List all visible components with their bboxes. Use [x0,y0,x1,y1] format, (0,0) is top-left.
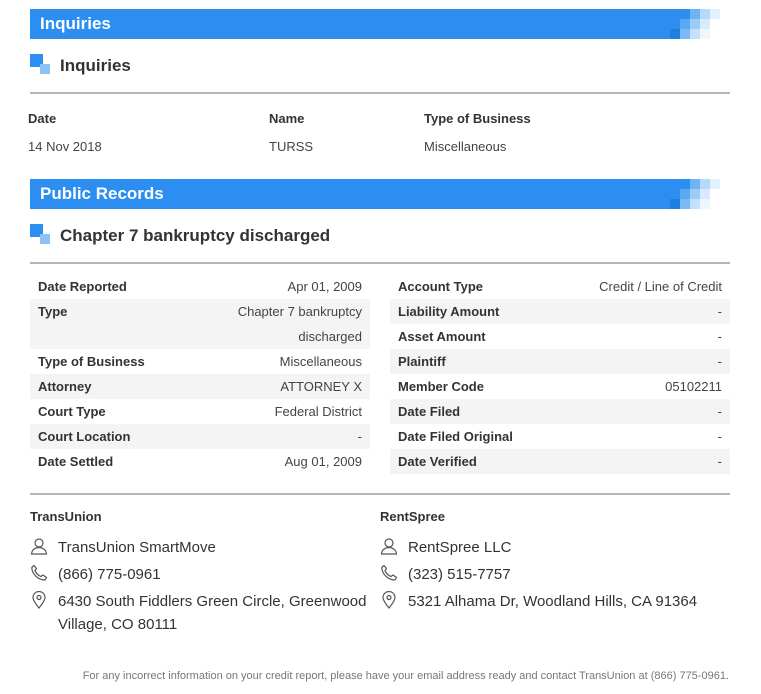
record-label: Date Verified [398,454,477,469]
record-label: Court Location [38,429,131,444]
contact-phone[interactable]: (323) 515-7757 [408,563,511,586]
record-row-date-filed: Date Filed - [390,399,730,424]
record-value: Federal District [274,404,362,419]
record-row-date-verified: Date Verified - [390,449,730,474]
record-value: - [717,354,722,369]
inquiry-name: TURSS [269,139,314,154]
record-label: Date Filed Original [398,429,513,444]
inquiries-subtitle-text: Inquiries [60,56,131,75]
location-pin-icon [382,591,396,609]
contact-heading-transunion: TransUnion [30,509,102,524]
square-bullet-icon [30,224,50,244]
record-value: ATTORNEY X [280,379,362,394]
record-value: - [357,429,362,444]
location-pin-icon [32,591,46,609]
record-row-plaintiff: Plaintiff - [390,349,730,374]
record-row-liability-amount: Liability Amount - [390,299,730,324]
contact-address-line1: 5321 Alhama Dr, Woodland Hills, CA 91364 [408,593,698,610]
record-row-type: Type Chapter 7 bankruptcy discharged [30,299,370,349]
section-divider [30,493,730,495]
record-row-account-type: Account Type Credit / Line of Credit [390,274,730,299]
record-row-date-filed-original: Date Filed Original - [390,424,730,449]
record-label: Attorney [38,379,92,394]
record-value: - [717,329,722,344]
contact-phone[interactable]: (866) 775-0961 [58,563,161,586]
record-row-date-settled: Date Settled Aug 01, 2009 [30,449,370,474]
inquiries-subtitle: Inquiries [30,52,730,94]
public-record-subtitle-text: Chapter 7 bankruptcy discharged [60,226,331,245]
record-value: Chapter 7 bankruptcy discharged [237,304,362,344]
inquiries-header-name: Name [269,111,305,126]
inquiry-date: 14 Nov 2018 [28,139,102,154]
record-label: Type [38,304,68,319]
record-row-type-of-business: Type of Business Miscellaneous [30,349,370,374]
record-value: - [717,404,722,419]
record-label: Liability Amount [398,304,500,319]
record-label: Date Settled [38,454,114,469]
contact-address: 5321 Alhama Dr, Woodland Hills, CA 91364 [408,590,738,613]
square-bullet-icon [30,54,50,74]
record-label: Date Reported [38,279,127,294]
contact-name: RentSpree LLC [408,539,512,556]
inquiries-header-date: Date [28,111,57,126]
record-value: Apr 01, 2009 [287,279,362,294]
pixel-decoration-icon [670,9,730,39]
record-value: Miscellaneous [279,354,362,369]
contact-heading-rentspree: RentSpree [380,509,446,524]
record-row-court-type: Court Type Federal District [30,399,370,424]
record-value: Aug 01, 2009 [284,454,362,469]
contact-name: TransUnion SmartMove [58,539,216,556]
record-row-asset-amount: Asset Amount - [390,324,730,349]
record-label: Type of Business [38,354,145,369]
record-label: Asset Amount [398,329,486,344]
record-value: 05102211 [665,379,722,394]
record-row-date-reported: Date Reported Apr 01, 2009 [30,274,370,299]
pixel-decoration-icon [670,179,730,209]
record-label: Plaintiff [398,354,446,369]
record-label: Court Type [38,404,106,419]
record-value: - [717,454,722,469]
record-row-court-location: Court Location - [30,424,370,449]
contact-address-line1: 6430 South Fiddlers Green Circle, Greenw… [58,593,367,610]
inquiries-header-type: Type of Business [424,111,531,126]
footer-disclaimer: For any incorrect information on your cr… [82,670,729,682]
record-row-member-code: Member Code 05102211 [390,374,730,399]
record-label: Account Type [398,279,483,294]
phone-icon [381,564,398,581]
record-label: Date Filed [398,404,461,419]
person-icon [380,538,398,555]
person-icon [30,538,48,555]
public-records-bar-title: Public Records [40,184,164,203]
phone-icon [31,564,48,581]
inquiry-type: Miscellaneous [424,139,507,154]
contact-address: 6430 South Fiddlers Green Circle, Greenw… [58,590,368,636]
record-label: Member Code [398,379,484,394]
record-row-attorney: Attorney ATTORNEY X [30,374,370,399]
inquiries-section-bar: Inquiries [30,9,730,39]
contact-address-line2: Village, CO 80111 [58,616,178,633]
record-value: - [717,304,722,319]
record-value: Credit / Line of Credit [599,279,722,294]
record-value: - [717,429,722,444]
public-records-section-bar: Public Records [30,179,730,209]
public-record-subtitle: Chapter 7 bankruptcy discharged [30,222,730,264]
inquiries-bar-title: Inquiries [40,14,111,33]
